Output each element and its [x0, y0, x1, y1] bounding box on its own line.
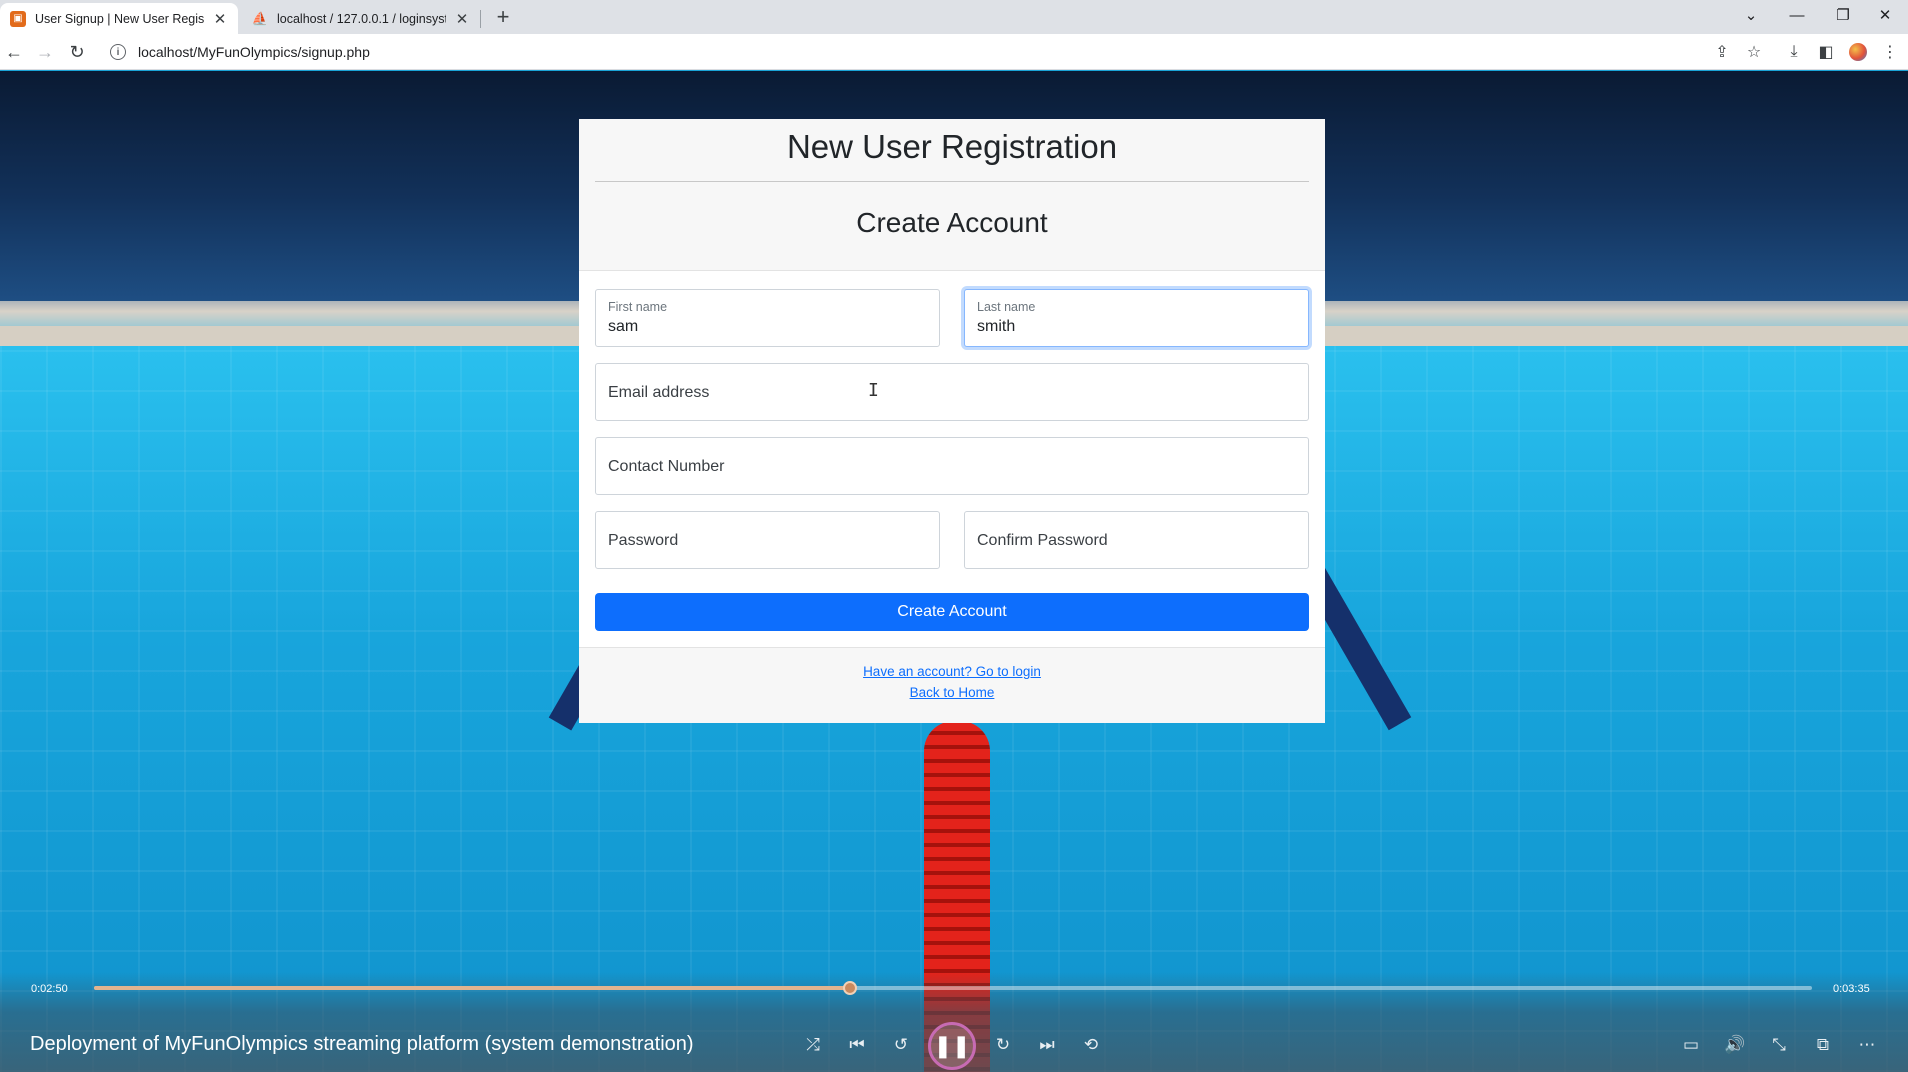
- forward-icon[interactable]: →: [31, 38, 59, 66]
- form-heading: Create Account: [856, 207, 1048, 238]
- profile-avatar-icon[interactable]: [1844, 38, 1872, 66]
- address-bar[interactable]: i localhost/MyFunOlympics/signup.php: [102, 38, 1742, 66]
- tab-title: localhost / 127.0.0.1 / loginsyster: [277, 11, 446, 26]
- tab-divider: [480, 10, 481, 28]
- video-title: Deployment of MyFunOlympics streaming pl…: [30, 1033, 694, 1055]
- first-name-value[interactable]: sam: [608, 318, 638, 336]
- previous-icon[interactable]: ⏮: [842, 1030, 872, 1060]
- page-title: New User Registration: [786, 128, 1118, 165]
- login-link[interactable]: Have an account? Go to login: [579, 664, 1325, 679]
- browser-toolbar: ← → ↻ i localhost/MyFunOlympics/signup.p…: [0, 34, 1908, 70]
- text-cursor-icon: I: [868, 380, 879, 401]
- next-icon[interactable]: ⏭: [1032, 1030, 1062, 1060]
- back-to-home-link[interactable]: Back to Home: [579, 685, 1325, 700]
- url-text[interactable]: localhost/MyFunOlympics/signup.php: [138, 44, 370, 60]
- share-icon[interactable]: ⇪: [1708, 38, 1736, 66]
- close-icon[interactable]: ✕: [212, 10, 228, 28]
- cast-icon[interactable]: ⧉: [1808, 1030, 1838, 1060]
- confirm-password-placeholder: Confirm Password: [977, 532, 1108, 549]
- tab-strip: ▣ User Signup | New User Registrat ✕ ⛵ l…: [0, 0, 1908, 34]
- password-field[interactable]: Password: [595, 511, 940, 569]
- rewind-10-icon[interactable]: ↺: [886, 1030, 916, 1060]
- email-field[interactable]: Email address I: [595, 363, 1309, 421]
- last-name-label: Last name: [977, 300, 1036, 314]
- seek-bar[interactable]: [94, 981, 1812, 995]
- seek-handle[interactable]: [842, 981, 857, 995]
- current-time: 0:02:50: [31, 983, 68, 995]
- more-options-icon[interactable]: ⋯: [1852, 1030, 1882, 1060]
- minimize-icon[interactable]: —: [1774, 0, 1820, 30]
- email-placeholder: Email address: [608, 384, 710, 401]
- seek-bar-progress: [94, 986, 850, 990]
- phpmyadmin-icon: ⛵: [251, 10, 269, 26]
- close-window-icon[interactable]: ✕: [1862, 0, 1908, 30]
- card-header: New User Registration Create Account: [579, 119, 1325, 271]
- exit-fullscreen-icon[interactable]: ⤡: [1764, 1030, 1794, 1060]
- pause-button[interactable]: ❚❚: [928, 1022, 976, 1070]
- repeat-off-icon[interactable]: ⟲: [1076, 1030, 1106, 1060]
- tab-title: User Signup | New User Registrat: [35, 11, 204, 26]
- info-icon[interactable]: i: [110, 44, 126, 60]
- close-icon[interactable]: ✕: [454, 10, 470, 28]
- create-account-button[interactable]: Create Account: [595, 593, 1309, 631]
- tab-phpmyadmin[interactable]: ⛵ localhost / 127.0.0.1 / loginsyster ✕: [242, 3, 480, 34]
- reload-icon[interactable]: ↻: [63, 38, 91, 66]
- tab-user-signup[interactable]: ▣ User Signup | New User Registrat ✕: [0, 3, 238, 34]
- download-icon[interactable]: ⤓: [1780, 38, 1808, 66]
- password-placeholder: Password: [608, 532, 679, 549]
- restore-icon[interactable]: ❐: [1820, 0, 1866, 30]
- first-name-label: First name: [608, 300, 668, 314]
- captions-icon[interactable]: ▭: [1676, 1030, 1706, 1060]
- bookmark-star-icon[interactable]: ☆: [1740, 38, 1768, 66]
- forward-30-icon[interactable]: ↻: [988, 1030, 1018, 1060]
- confirm-password-field[interactable]: Confirm Password: [964, 511, 1309, 569]
- total-time: 0:03:35: [1833, 983, 1870, 995]
- volume-icon[interactable]: 🔊: [1720, 1030, 1750, 1060]
- side-panel-icon[interactable]: ◧: [1812, 38, 1840, 66]
- first-name-field[interactable]: First name sam: [595, 289, 940, 347]
- tab-search-icon[interactable]: ⌄: [1728, 0, 1774, 30]
- title-divider: [595, 181, 1309, 182]
- card-footer: Have an account? Go to login Back to Hom…: [579, 647, 1325, 723]
- new-tab-button[interactable]: +: [490, 5, 516, 31]
- shuffle-icon[interactable]: ⤮: [798, 1030, 828, 1060]
- back-icon[interactable]: ←: [0, 38, 28, 66]
- last-name-field[interactable]: Last name smith: [964, 289, 1309, 347]
- contact-number-placeholder: Contact Number: [608, 458, 725, 475]
- page-icon: ▣: [10, 10, 26, 27]
- last-name-value[interactable]: smith: [977, 318, 1015, 336]
- signup-card: New User Registration Create Account Fir…: [579, 119, 1325, 723]
- contact-number-field[interactable]: Contact Number: [595, 437, 1309, 495]
- menu-kebab-icon[interactable]: ⋮: [1876, 38, 1904, 66]
